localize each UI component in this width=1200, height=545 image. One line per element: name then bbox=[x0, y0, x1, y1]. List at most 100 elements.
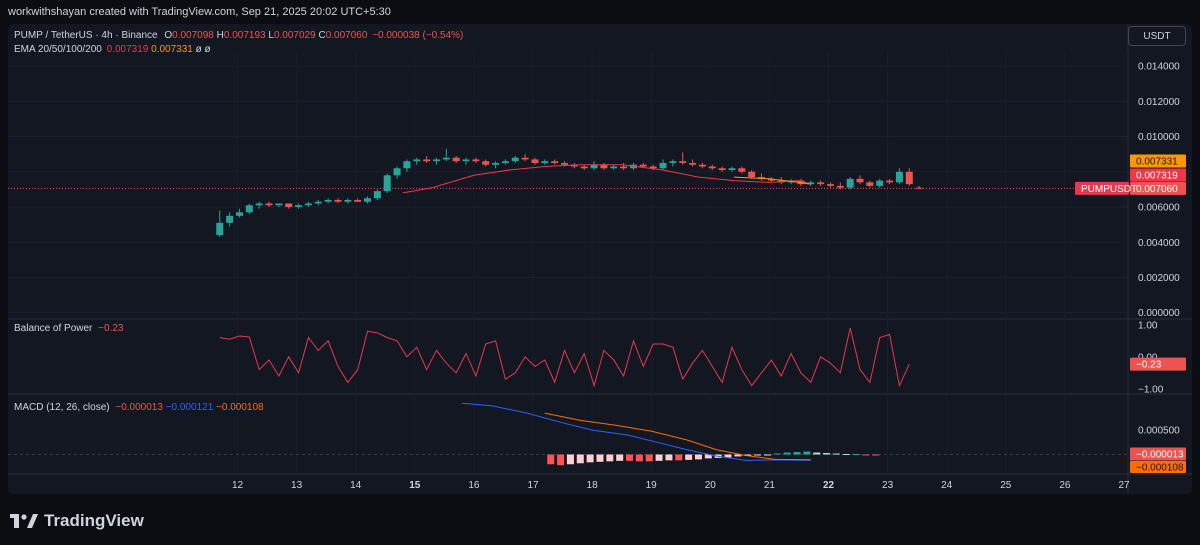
candle-body bbox=[364, 198, 372, 202]
candle-body bbox=[472, 159, 480, 162]
candle-body bbox=[728, 168, 736, 171]
macd-histogram-bar bbox=[547, 454, 555, 465]
price-tick-label: 0.004000 bbox=[1138, 238, 1180, 249]
candle-body bbox=[482, 161, 490, 165]
macd-histogram-bar bbox=[606, 454, 614, 462]
tradingview-logo[interactable]: TradingView bbox=[10, 510, 144, 532]
ema50-value: 0.007331 bbox=[151, 44, 193, 55]
candle-body bbox=[738, 168, 746, 172]
time-tick-label: 27 bbox=[1118, 480, 1130, 491]
candle-body bbox=[452, 157, 460, 162]
time-tick-label: 15 bbox=[409, 480, 421, 491]
candle-body bbox=[354, 199, 362, 202]
macd-signal-value: −0.000108 bbox=[216, 402, 264, 413]
candle-body bbox=[462, 159, 470, 162]
candle-body bbox=[531, 159, 539, 163]
time-tick-label: 18 bbox=[587, 480, 599, 491]
candle-body bbox=[334, 199, 342, 202]
candle-body bbox=[551, 161, 559, 163]
macd-histogram-bar bbox=[626, 454, 634, 461]
symbol-legend[interactable]: PUMP / TetherUS · 4h · Binance O0.007098… bbox=[14, 30, 463, 41]
time-tick-label: 19 bbox=[646, 480, 658, 491]
macd-line-value: −0.000121 bbox=[165, 402, 214, 413]
macd-histogram-bar bbox=[852, 454, 860, 456]
candle-body bbox=[600, 164, 608, 169]
candle-body bbox=[403, 161, 411, 169]
candle-body bbox=[610, 166, 618, 169]
bop-series bbox=[219, 327, 910, 388]
bop-legend-name: Balance of Power bbox=[14, 323, 93, 334]
candle-body bbox=[698, 164, 706, 167]
candle-body bbox=[265, 203, 273, 206]
candle-body bbox=[886, 180, 894, 183]
candle-body bbox=[669, 161, 677, 163]
candle-body bbox=[590, 164, 598, 169]
candle-body bbox=[393, 168, 401, 176]
time-tick-label: 26 bbox=[1059, 480, 1071, 491]
candle-body bbox=[718, 168, 726, 171]
macd-histogram-bar bbox=[694, 454, 702, 460]
candle-body bbox=[285, 203, 293, 208]
ema200-value: ø bbox=[204, 44, 211, 55]
symbol-badge: PUMPUSDT bbox=[1081, 184, 1137, 195]
candle-body bbox=[373, 191, 381, 199]
time-tick-label: 24 bbox=[941, 480, 953, 491]
candle-body bbox=[521, 157, 529, 160]
candle-body bbox=[235, 212, 243, 216]
macd-histogram-bar bbox=[754, 454, 762, 456]
macd-histogram-bar bbox=[645, 454, 653, 462]
ema100-value: ø bbox=[195, 44, 202, 55]
candle-body bbox=[344, 199, 352, 202]
candle-body bbox=[304, 203, 312, 206]
candle-body bbox=[639, 164, 647, 167]
candle-body bbox=[245, 205, 253, 213]
axis-labels: 0.0140000.0120000.0100000.0080000.006000… bbox=[232, 62, 1180, 491]
macd-series bbox=[462, 402, 880, 466]
time-tick-label: 12 bbox=[232, 480, 244, 491]
ema50-badge: 0.007331 bbox=[1136, 157, 1178, 168]
macd-histogram-bar bbox=[773, 453, 781, 455]
chart-canvas[interactable]: 0.0140000.0120000.0100000.0080000.006000… bbox=[0, 0, 1200, 545]
bop-legend[interactable]: Balance of Power −0.23 bbox=[14, 323, 123, 334]
macd-legend[interactable]: MACD (12, 26, close) −0.000013 −0.000121… bbox=[14, 402, 264, 413]
macd-legend-name: MACD (12, 26, close) bbox=[14, 402, 110, 413]
candle-body bbox=[501, 161, 509, 163]
macd-histogram-bar bbox=[813, 452, 821, 455]
macd-histogram-bar bbox=[576, 454, 584, 464]
time-tick-label: 13 bbox=[291, 480, 303, 491]
bop-tick-label: 1.00 bbox=[1138, 320, 1158, 331]
price-tick-label: 0.010000 bbox=[1138, 132, 1180, 143]
candle-body bbox=[915, 187, 923, 189]
candle-body bbox=[866, 182, 874, 186]
bop-badge: −0.23 bbox=[1136, 360, 1162, 371]
macd-histogram-bar bbox=[793, 452, 801, 455]
macd-line bbox=[462, 402, 811, 461]
candle-body bbox=[689, 162, 697, 165]
candle-body bbox=[846, 178, 854, 188]
macd-signal-badge: −0.000108 bbox=[1136, 463, 1184, 474]
macd-histogram-bar bbox=[832, 453, 840, 455]
grid-lines bbox=[8, 24, 1192, 492]
candle-body bbox=[324, 199, 332, 202]
macd-histogram-bar bbox=[823, 453, 831, 455]
candle-body bbox=[492, 162, 500, 165]
ema-legend[interactable]: EMA 20/50/100/200 0.007319 0.007331 ø ø bbox=[14, 44, 211, 55]
candle-body bbox=[817, 182, 825, 185]
candle-body bbox=[826, 184, 834, 186]
macd-histogram-bar bbox=[616, 454, 624, 461]
candle-body bbox=[255, 203, 263, 206]
macd-histogram-bar bbox=[842, 454, 850, 456]
time-tick-label: 20 bbox=[705, 480, 717, 491]
candle-body bbox=[620, 166, 628, 169]
currency-button[interactable]: USDT bbox=[1128, 26, 1186, 46]
candle-body bbox=[511, 157, 519, 162]
candle-body bbox=[423, 159, 431, 162]
candle-body bbox=[895, 171, 903, 183]
time-tick-label: 14 bbox=[350, 480, 362, 491]
candle-body bbox=[876, 180, 884, 186]
macd-histogram-bar bbox=[763, 454, 771, 456]
candle-body bbox=[561, 162, 569, 165]
low-value: 0.007029 bbox=[273, 30, 316, 41]
macd-histogram-bar bbox=[783, 452, 791, 455]
candle-body bbox=[226, 215, 234, 223]
